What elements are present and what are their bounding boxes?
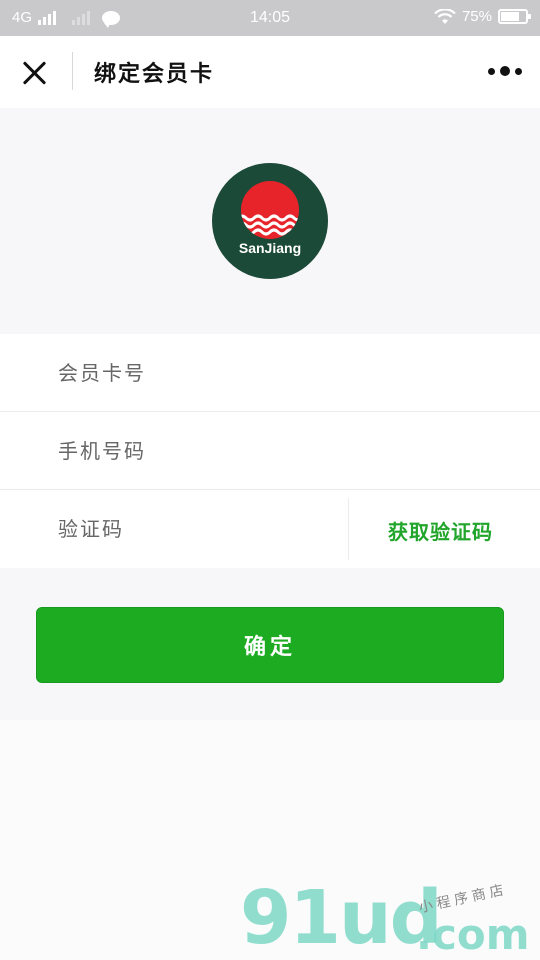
battery-percent: 75% — [461, 8, 492, 25]
logo-area: SanJiang — [0, 108, 540, 334]
nav-bar: 绑定会员卡 — [0, 36, 540, 108]
card-number-input[interactable] — [58, 334, 478, 412]
watermark-domain-text: .com — [416, 910, 530, 959]
bind-card-form: 获取验证码 — [0, 334, 540, 568]
brand-logo: SanJiang — [212, 163, 328, 279]
confirm-button[interactable]: 确定 — [36, 607, 504, 683]
battery-fill — [501, 12, 519, 21]
get-code-button[interactable]: 获取验证码 — [388, 516, 493, 545]
nav-divider — [72, 52, 73, 90]
card-number-row — [0, 334, 540, 412]
verification-code-row: 获取验证码 — [0, 490, 540, 568]
close-icon[interactable] — [20, 58, 50, 88]
watermark-logo: 91ud .com 小程序商店 — [240, 880, 540, 960]
sun-waves-icon — [241, 181, 299, 239]
phone-row — [0, 412, 540, 490]
page-title: 绑定会员卡 — [94, 61, 215, 87]
more-options-icon[interactable] — [488, 66, 522, 76]
logo-text: SanJiang — [238, 240, 302, 256]
wifi-icon — [434, 8, 456, 24]
watermark-main-text: 91ud — [240, 875, 443, 960]
verification-code-input[interactable] — [58, 490, 338, 568]
phone-number-input[interactable] — [58, 412, 478, 490]
confirm-area: 确定 — [0, 568, 540, 720]
status-right: 75% — [434, 8, 531, 25]
status-bar: 4G 14:05 75% — [0, 0, 540, 36]
code-divider — [348, 498, 349, 560]
battery-icon — [498, 9, 531, 24]
